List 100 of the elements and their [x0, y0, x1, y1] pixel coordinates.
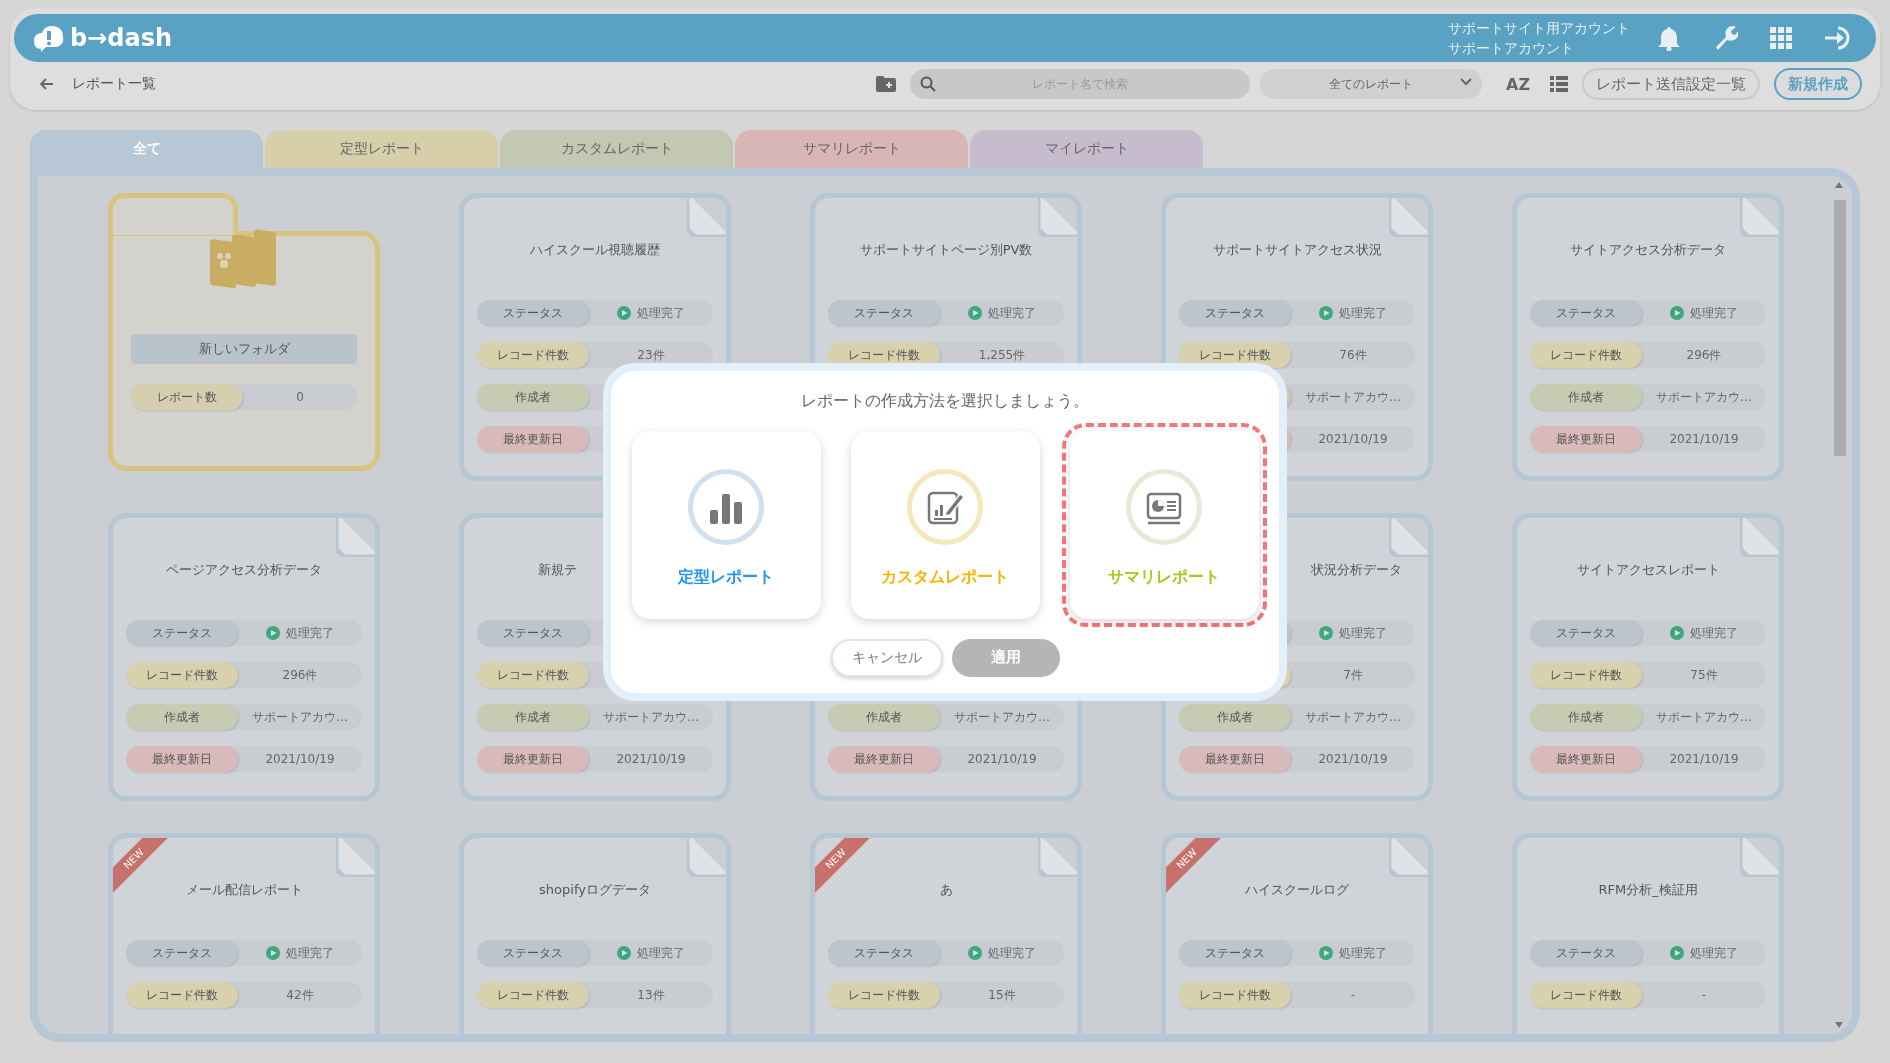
report-count-label: レポート数 [131, 384, 243, 410]
record-count-label: レコード件数 [1179, 982, 1291, 1008]
filter-tab[interactable]: 定型レポート [265, 130, 498, 168]
updated-date-label: 最終更新日 [1530, 746, 1642, 772]
field-value: 2021/10/19 [1669, 432, 1739, 446]
field-value: 処理完了 [286, 624, 334, 642]
sort-button[interactable]: AZ [1502, 74, 1534, 94]
cloud-icon [32, 23, 66, 53]
report-card[interactable]: サイトアクセスレポート ステータス 処理完了 レコード件数 75件 作成者 サポートアカウ… 最終更新日 2021/10/19 [1512, 513, 1784, 801]
field-value: 処理完了 [988, 944, 1036, 962]
page-fold [1740, 838, 1779, 877]
play-circle-icon [968, 946, 982, 960]
scroll-up-icon[interactable] [1835, 182, 1843, 188]
field-value: サポートアカウ… [603, 708, 699, 726]
field-value: 2021/10/19 [967, 752, 1037, 766]
page-fold [687, 198, 726, 237]
field-value: 42件 [286, 986, 314, 1004]
page-fold [1389, 198, 1428, 237]
play-circle-icon [1670, 306, 1684, 320]
page-title: レポート一覧 [72, 75, 156, 93]
field-value: サポートアカウ… [954, 708, 1050, 726]
updated-date-label: 最終更新日 [477, 426, 589, 452]
field-value: 処理完了 [988, 304, 1036, 322]
report-card[interactable]: ページアクセス分析データ ステータス 処理完了 レコード件数 296件 作成者 サポートアカウ… 最終更新日 2021/10/19 [108, 513, 380, 801]
play-circle-icon [617, 946, 631, 960]
filter-tab[interactable]: カスタムレポート [500, 130, 733, 168]
page-fold [1740, 198, 1779, 237]
page-fold [336, 838, 375, 877]
field-value: 2021/10/19 [616, 752, 686, 766]
report-title: ページアクセス分析データ [166, 562, 322, 577]
field-value: 76件 [1339, 346, 1367, 364]
account-name: サポートサイト用アカウント [1448, 19, 1630, 38]
field-value: サポートアカウ… [1656, 388, 1752, 406]
filter-tab[interactable]: サマリレポート [735, 130, 968, 168]
status-label: ステータス [477, 620, 589, 646]
page-fold [336, 518, 375, 557]
filter-tab[interactable]: マイレポート [970, 130, 1203, 168]
report-title: ハイスクール視聴履歴 [530, 242, 660, 257]
list-view-icon[interactable] [1550, 76, 1568, 92]
record-count-label: レコード件数 [1530, 662, 1642, 688]
report-title: ハイスクールログ [1245, 882, 1349, 897]
field-value: サポートアカウ… [252, 708, 348, 726]
record-count-label: レコード件数 [477, 662, 589, 688]
field-value: 0 [296, 390, 304, 404]
status-label: ステータス [477, 300, 589, 326]
play-circle-icon [266, 946, 280, 960]
account-name: サポートアカウント [1448, 39, 1575, 58]
report-title: 状況分析データ [1311, 562, 1402, 577]
author-label: 作成者 [828, 704, 940, 730]
record-count-label: レコード件数 [1530, 982, 1642, 1008]
send-settings-button[interactable]: レポート送信設定一覧 [1582, 68, 1760, 100]
updated-date-label: 最終更新日 [828, 746, 940, 772]
bell-icon[interactable] [1658, 25, 1680, 51]
field-value: 処理完了 [1690, 944, 1738, 962]
field-value: - [1701, 988, 1707, 1002]
updated-date-label: 最終更新日 [1530, 426, 1642, 452]
grid-icon[interactable] [1770, 27, 1792, 49]
record-count-label: レコード件数 [1530, 342, 1642, 368]
author-label: 作成者 [477, 704, 589, 730]
author-label: 作成者 [1530, 704, 1642, 730]
field-value: 296件 [282, 666, 318, 684]
report-type-option[interactable]: 定型レポート [631, 430, 821, 619]
play-circle-icon [1319, 946, 1333, 960]
report-title: サイトアクセスレポート [1576, 562, 1720, 577]
report-title: サイトアクセス分析データ [1570, 242, 1726, 257]
report-title: 新規テ [538, 562, 577, 577]
report-filter-dropdown[interactable]: 全てのレポート [1260, 69, 1482, 99]
report-card[interactable]: RFM分析_検証用 ステータス 処理完了 レコード件数 - [1512, 833, 1784, 1034]
report-card[interactable]: shopifyログデータ ステータス 処理完了 レコード件数 13件 [459, 833, 731, 1034]
cancel-button[interactable]: キャンセル [830, 638, 943, 677]
play-circle-icon [968, 306, 982, 320]
record-count-label: レコード件数 [477, 982, 589, 1008]
report-title: メール配信レポート [185, 882, 303, 897]
chevron-down-icon [1460, 78, 1472, 86]
report-title: サポートサイトページ別PV数 [859, 242, 1033, 257]
report-title: あ [939, 882, 953, 897]
scrollbar-thumb[interactable] [1834, 200, 1846, 456]
field-value: 処理完了 [1339, 304, 1387, 322]
author-label: 作成者 [477, 384, 589, 410]
record-count-label: レコード件数 [126, 982, 238, 1008]
field-value: サポートアカウ… [1305, 708, 1401, 726]
field-value: 75件 [1690, 666, 1718, 684]
field-value: 2021/10/19 [1669, 752, 1739, 766]
back-arrow-icon[interactable] [40, 78, 54, 90]
scrollbar[interactable] [1832, 182, 1846, 1028]
status-label: ステータス [828, 940, 940, 966]
field-value: サポートアカウ… [1656, 708, 1752, 726]
field-value: 2021/10/19 [265, 752, 335, 766]
folder-plus-icon[interactable] [876, 76, 896, 92]
author-label: 作成者 [126, 704, 238, 730]
field-value: 処理完了 [637, 304, 685, 322]
scroll-down-icon[interactable] [1835, 1022, 1843, 1028]
record-count-label: レコード件数 [126, 662, 238, 688]
record-count-label: レコード件数 [828, 982, 940, 1008]
status-label: ステータス [477, 940, 589, 966]
field-value: 処理完了 [637, 944, 685, 962]
report-card[interactable]: サイトアクセス分析データ ステータス 処理完了 レコード件数 296件 作成者 サポートアカウ… 最終更新日 2021/10/19 [1512, 193, 1784, 481]
page-fold [1389, 518, 1428, 557]
field-value: - [1350, 988, 1356, 1002]
status-label: ステータス [1179, 300, 1291, 326]
